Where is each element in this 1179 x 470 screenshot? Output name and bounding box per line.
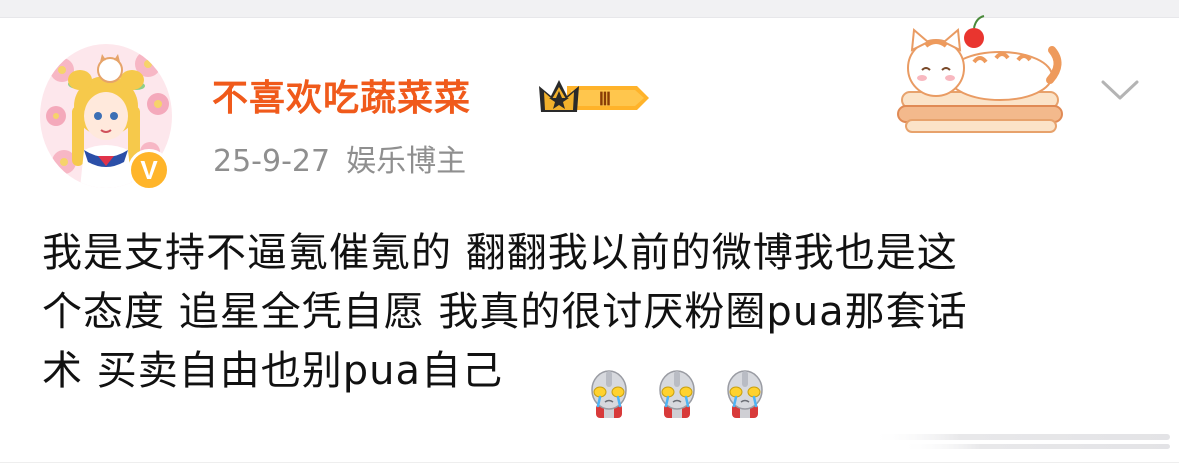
ultraman-crying-icon [654,370,700,418]
verified-badge-label: V [140,155,158,185]
level-badge-label: Ⅲ [599,89,611,109]
verified-badge: V [128,149,170,191]
blurred-watermark [870,424,1170,456]
emoji-row [586,370,790,418]
ultraman-crying-icon [722,370,768,418]
post-text-line-2: 个态度 追星全凭自愿 我真的很讨厌粉圈pua那套话 [42,289,968,335]
crown-icon: Ⅲ [539,80,649,112]
post-date[interactable]: 25-9-27 [213,144,330,179]
chevron-down-icon[interactable] [1097,74,1143,104]
level-badge[interactable]: Ⅲ [537,76,651,120]
ultraman-crying-icon [586,370,632,418]
post-text-line-1: 我是支持不逼氪催氪的 翻翻我以前的微博我也是这 [42,230,958,276]
post-meta: 25-9-27 娱乐博主 [213,144,466,180]
bottom-divider [0,462,1179,463]
post-text-line-3: 术 买卖自由也别pua自己 [42,348,503,394]
user-category: 娱乐博主 [346,144,467,179]
username[interactable]: 不喜欢吃蔬菜菜 [212,78,471,120]
cat-on-cake-sticker [892,14,1066,140]
